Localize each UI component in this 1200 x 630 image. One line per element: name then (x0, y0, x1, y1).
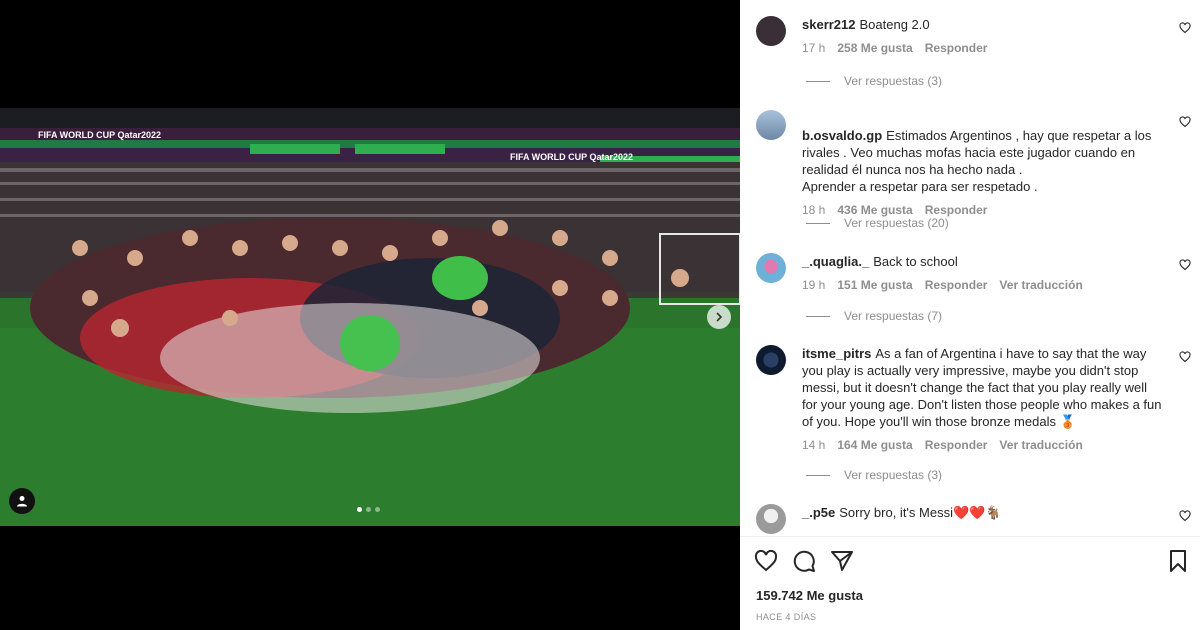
heart-icon[interactable] (1179, 259, 1191, 271)
user-tag-icon (17, 496, 27, 507)
view-replies-button[interactable]: Ver respuestas (20) (806, 216, 949, 230)
comment-username[interactable]: _.quaglia._ (802, 254, 869, 269)
replies-line (806, 315, 830, 317)
comment-time[interactable]: 19 h (802, 277, 825, 294)
view-replies-label: Ver respuestas (3) (844, 74, 943, 88)
comment-text: Back to school (873, 254, 958, 269)
replies-line (806, 222, 830, 224)
comment-body: skerr212 Boateng 2.0 17 h 258 Me gusta Re… (802, 16, 1162, 57)
post-actions (754, 549, 1190, 573)
comment-body: _.quaglia._ Back to school 19 h 151 Me gu… (802, 253, 1162, 294)
view-replies-label: Ver respuestas (20) (844, 216, 949, 230)
comment-likes[interactable]: 258 Me gusta (837, 40, 912, 57)
banner-text-left: FIFA WORLD CUP Qatar2022 (38, 130, 161, 140)
avatar[interactable] (756, 110, 786, 140)
post-media: FIFA WORLD CUP Qatar2022 FIFA WORLD CUP … (0, 0, 740, 630)
comment-username[interactable]: itsme_pitrs (802, 346, 871, 361)
view-replies-label: Ver respuestas (3) (844, 468, 943, 482)
comments-panel: skerr212 Boateng 2.0 17 h 258 Me gusta Re… (740, 0, 1200, 630)
user-tag-button[interactable] (9, 488, 35, 514)
carousel-dot (375, 507, 380, 512)
avatar[interactable] (756, 16, 786, 46)
translate-button[interactable]: Ver traducción (999, 437, 1082, 454)
view-replies-button[interactable]: Ver respuestas (3) (806, 74, 942, 88)
comment-time[interactable]: 14 h (802, 437, 825, 454)
reply-button[interactable]: Responder (925, 40, 988, 57)
avatar[interactable] (756, 253, 786, 283)
heart-icon[interactable] (1179, 510, 1191, 522)
replies-line (806, 80, 830, 82)
heart-icon[interactable] (1179, 22, 1191, 34)
comment-meta: 17 h 258 Me gusta Responder (802, 40, 1162, 57)
comment-meta: 14 h 164 Me gusta Responder Ver traducci… (802, 437, 1162, 454)
comment-likes[interactable]: 151 Me gusta (837, 277, 912, 294)
replies-line (806, 474, 830, 476)
reply-button[interactable]: Responder (925, 437, 988, 454)
bookmark-icon[interactable] (1166, 549, 1190, 573)
translate-button[interactable]: Ver traducción (999, 277, 1082, 294)
heart-icon[interactable] (1179, 351, 1191, 363)
heart-icon[interactable] (1179, 116, 1191, 128)
comment-body: _.p5e Sorry bro, it's Messi❤️❤️🐐 (802, 504, 1162, 521)
carousel-dots (357, 507, 380, 512)
view-replies-button[interactable]: Ver respuestas (3) (806, 468, 942, 482)
next-slide-button[interactable] (707, 305, 731, 329)
post-photo[interactable]: FIFA WORLD CUP Qatar2022 FIFA WORLD CUP … (0, 108, 740, 526)
comment-username[interactable]: skerr212 (802, 17, 856, 32)
share-icon[interactable] (830, 549, 854, 573)
avatar[interactable] (756, 345, 786, 375)
comment-icon[interactable] (792, 549, 816, 573)
photo-illustration: FIFA WORLD CUP Qatar2022 FIFA WORLD CUP … (0, 108, 740, 526)
view-replies-button[interactable]: Ver respuestas (7) (806, 309, 942, 323)
comment-username[interactable]: _.p5e (802, 505, 835, 520)
actions-divider (740, 536, 1200, 537)
view-replies-label: Ver respuestas (7) (844, 309, 943, 323)
comment-text: Boateng 2.0 (859, 17, 930, 32)
comment-username[interactable]: b.osvaldo.gp (802, 128, 882, 143)
comment-likes[interactable]: 164 Me gusta (837, 437, 912, 454)
heart-icon[interactable] (754, 549, 778, 573)
comment-body: itsme_pitrs As a fan of Argentina i have … (802, 345, 1162, 454)
carousel-dot (357, 507, 362, 512)
comments-list: skerr212 Boateng 2.0 17 h 258 Me gusta Re… (740, 0, 1200, 536)
comment-text: Sorry bro, it's Messi❤️❤️🐐 (839, 505, 1002, 520)
banner-text-right: FIFA WORLD CUP Qatar2022 (510, 152, 633, 162)
carousel-dot (366, 507, 371, 512)
reply-button[interactable]: Responder (925, 277, 988, 294)
post-age[interactable]: HACE 4 DÍAS (756, 612, 816, 622)
avatar[interactable] (756, 504, 786, 534)
chevron-right-icon (716, 312, 723, 322)
comment-meta: 19 h 151 Me gusta Responder Ver traducci… (802, 277, 1162, 294)
comment-time[interactable]: 17 h (802, 40, 825, 57)
likes-count[interactable]: 159.742 Me gusta (756, 588, 863, 603)
